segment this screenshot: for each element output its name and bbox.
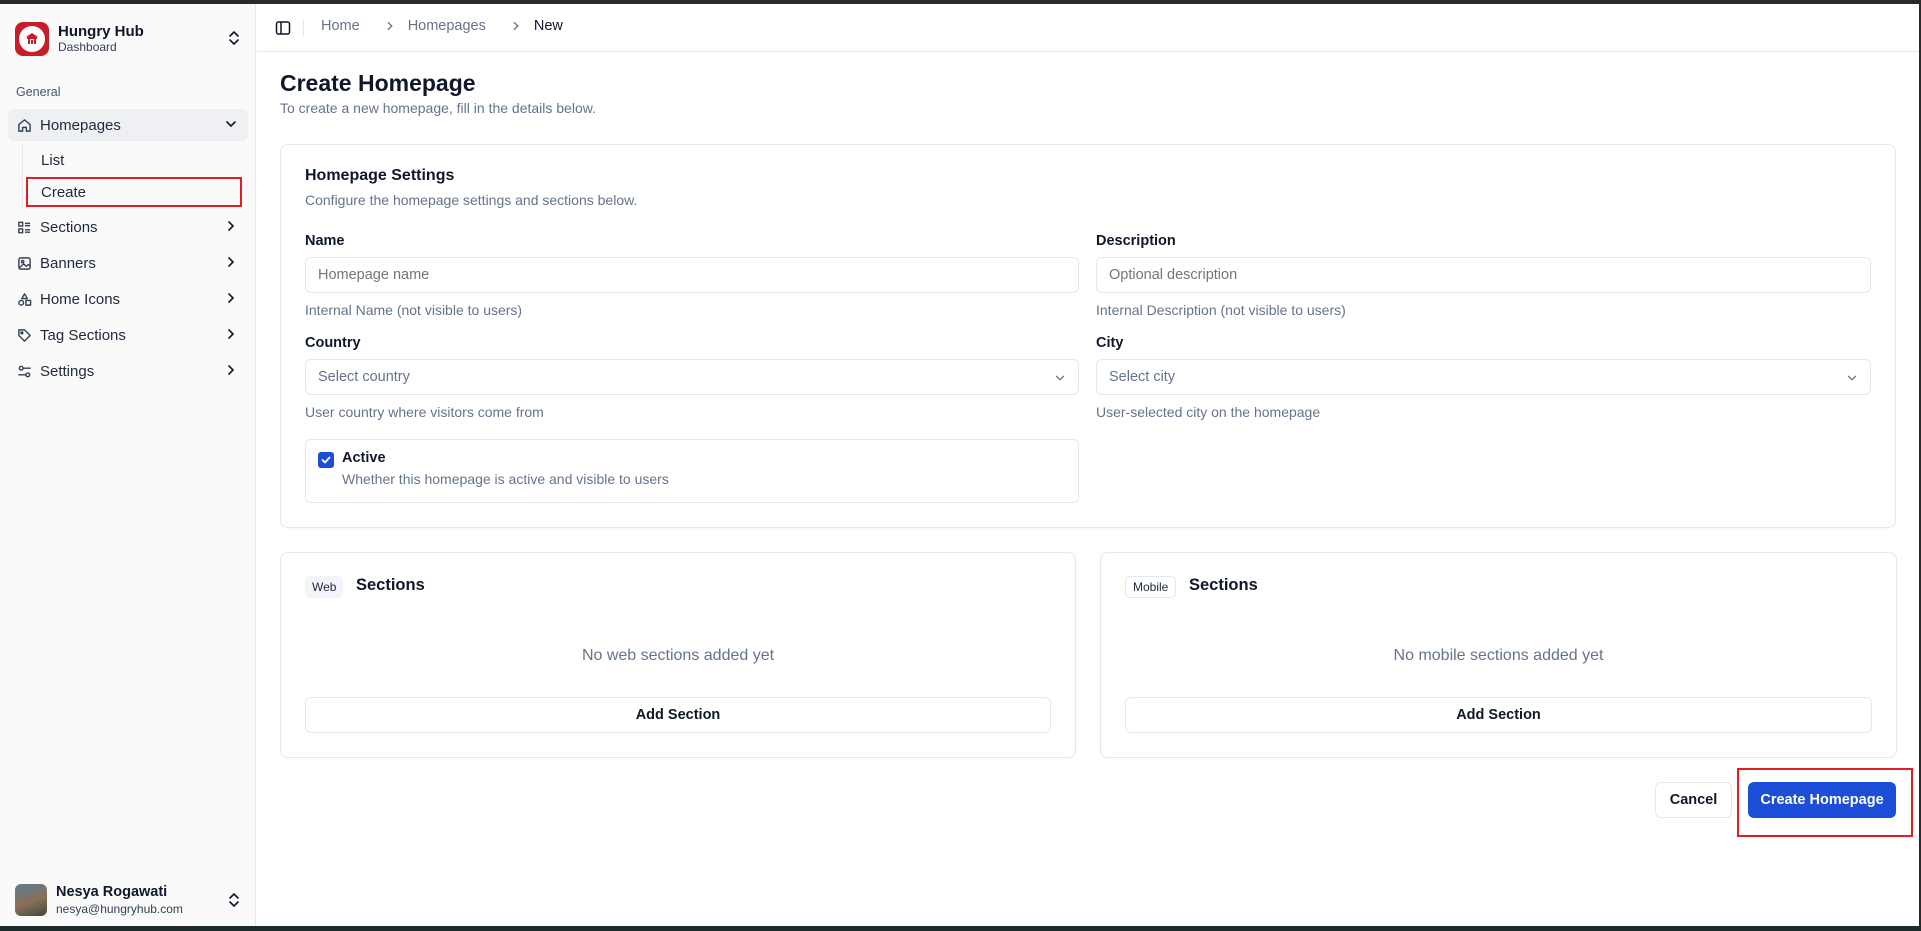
window-bottom-border — [0, 926, 1921, 931]
sidebar-item-label: Settings — [40, 362, 95, 380]
description-hint: Internal Description (not visible to use… — [1096, 302, 1346, 318]
breadcrumb-home[interactable]: Home — [321, 18, 360, 34]
chevrons-up-down-icon — [227, 30, 241, 51]
settings-description: Configure the homepage settings and sect… — [305, 192, 638, 208]
top-header: Home Homepages New — [257, 4, 1919, 52]
chevron-right-icon — [224, 255, 238, 273]
web-sections-empty: No web sections added yet — [581, 647, 775, 664]
tag-icon — [16, 327, 32, 343]
homepage-settings-card: Homepage Settings Configure the homepage… — [280, 144, 1896, 528]
sidebar-item-homepages[interactable]: Homepages — [8, 109, 248, 141]
cancel-button[interactable]: Cancel — [1655, 782, 1732, 818]
sidebar-subitem-create[interactable]: Create — [26, 177, 242, 207]
settings-title: Homepage Settings — [305, 167, 455, 184]
image-icon — [16, 255, 32, 271]
web-sections-card: Web Sections No web sections added yet A… — [280, 552, 1076, 758]
breadcrumb-homepages[interactable]: Homepages — [408, 18, 486, 34]
active-checkbox[interactable] — [318, 452, 334, 468]
name-label: Name — [305, 233, 345, 249]
chevron-right-icon — [224, 291, 238, 309]
active-toggle-box: Active Whether this homepage is active a… — [305, 439, 1079, 503]
breadcrumb: Home Homepages New — [321, 18, 563, 34]
breadcrumb-current: New — [533, 18, 563, 34]
sidebar-item-label: Sections — [40, 218, 98, 236]
sidebar-item-sections[interactable]: Sections — [8, 211, 248, 243]
chevron-right-icon — [224, 219, 238, 237]
name-hint: Internal Name (not visible to users) — [305, 302, 523, 318]
mobile-badge: Mobile — [1125, 576, 1177, 598]
description-label: Description — [1096, 233, 1176, 249]
sidebar-subitem-list[interactable]: List — [24, 145, 248, 175]
sidebar-item-banners[interactable]: Banners — [8, 247, 248, 279]
brand-logo — [15, 22, 49, 56]
chevron-right-icon — [224, 327, 238, 345]
sidebar-item-tag-sections[interactable]: Tag Sections — [8, 319, 248, 351]
country-select-value: Select country — [318, 369, 410, 385]
list-icon — [16, 219, 32, 235]
chevron-down-icon — [1846, 372, 1858, 388]
sidebar-nav: Homepages List Create Sections Banners H… — [8, 109, 248, 391]
web-badge: Web — [305, 576, 344, 598]
chevron-down-icon — [1054, 372, 1066, 388]
sidebar: Hungry Hub Dashboard General Homepages L… — [0, 4, 256, 926]
avatar — [15, 884, 47, 916]
mobile-sections-card: Mobile Sections No mobile sections added… — [1100, 552, 1897, 758]
sidebar-group-label: General — [16, 85, 61, 99]
add-mobile-section-button[interactable]: Add Section — [1125, 697, 1872, 733]
sidebar-item-label: Tag Sections — [40, 326, 126, 344]
active-label: Active — [342, 450, 386, 466]
active-description: Whether this homepage is active and visi… — [342, 471, 669, 487]
sidebar-item-label: Homepages — [40, 116, 121, 134]
create-homepage-button[interactable]: Create Homepage — [1748, 782, 1896, 818]
shapes-icon — [16, 291, 32, 307]
page-subtitle: To create a new homepage, fill in the de… — [280, 100, 596, 116]
description-input[interactable] — [1096, 257, 1871, 293]
user-menu[interactable]: Nesya Rogawati nesya@hungryhub.com — [15, 882, 241, 918]
city-hint: User-selected city on the homepage — [1096, 404, 1321, 420]
chevron-right-icon — [510, 20, 522, 32]
check-icon — [321, 456, 331, 464]
city-label: City — [1096, 335, 1124, 351]
country-label: Country — [305, 335, 361, 351]
chevron-right-icon — [224, 363, 238, 381]
sidebar-toggle-icon[interactable] — [275, 20, 291, 41]
page-title: Create Homepage — [280, 70, 476, 96]
chevron-right-icon — [384, 20, 396, 32]
sidebar-item-settings[interactable]: Settings — [8, 355, 248, 387]
mobile-sections-title: Sections — [1189, 576, 1258, 594]
country-select[interactable]: Select country — [305, 359, 1079, 395]
header-separator — [303, 20, 304, 36]
user-name: Nesya Rogawati — [56, 884, 168, 901]
mobile-sections-empty: No mobile sections added yet — [1393, 647, 1604, 664]
chevron-down-icon — [224, 117, 238, 135]
web-sections-title: Sections — [356, 576, 425, 594]
city-select-value: Select city — [1109, 369, 1176, 385]
team-switcher[interactable]: Hungry Hub Dashboard — [15, 20, 241, 58]
name-input[interactable] — [305, 257, 1079, 293]
city-select[interactable]: Select city — [1096, 359, 1871, 395]
home-icon — [16, 117, 32, 133]
user-email: nesya@hungryhub.com — [56, 901, 183, 916]
brand-subtitle: Dashboard — [58, 39, 117, 54]
chevrons-up-down-icon — [227, 892, 241, 913]
homepages-submenu: List Create — [22, 145, 248, 207]
add-web-section-button[interactable]: Add Section — [305, 697, 1051, 733]
sidebar-item-home-icons[interactable]: Home Icons — [8, 283, 248, 315]
country-hint: User country where visitors come from — [305, 404, 544, 420]
sliders-icon — [16, 363, 32, 379]
brand-title: Hungry Hub — [58, 23, 144, 41]
sidebar-item-label: Banners — [40, 254, 96, 272]
sidebar-item-label: Home Icons — [40, 290, 121, 308]
